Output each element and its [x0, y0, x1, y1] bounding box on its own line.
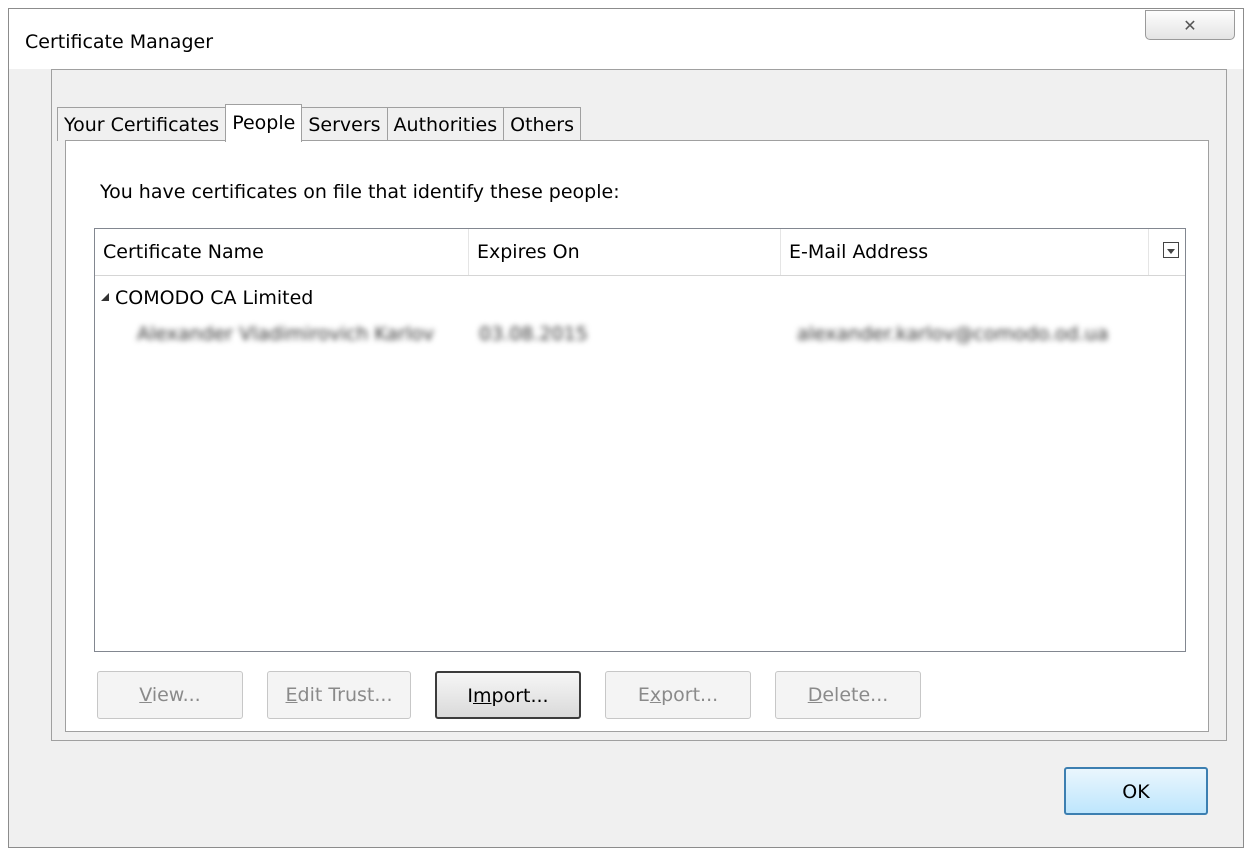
- edit-trust-button[interactable]: Edit Trust...: [267, 671, 411, 719]
- tab-servers[interactable]: Servers: [301, 107, 388, 141]
- tab-people[interactable]: People: [225, 104, 303, 142]
- close-button[interactable]: ✕: [1145, 10, 1235, 40]
- tree-header: Certificate Name Expires On E-Mail Addre…: [95, 229, 1185, 276]
- people-tab-panel: You have certificates on file that ident…: [65, 140, 1209, 732]
- view-button[interactable]: View...: [97, 671, 243, 719]
- expanded-twisty-icon[interactable]: [101, 293, 109, 301]
- cell-certificate-name: Alexander Vladimirovich Karlov: [137, 323, 435, 345]
- close-icon: ✕: [1183, 15, 1197, 35]
- tab-your-certificates[interactable]: Your Certificates: [57, 107, 227, 141]
- panel-intro-text: You have certificates on file that ident…: [100, 181, 620, 203]
- tab-others[interactable]: Others: [503, 107, 581, 141]
- tab-authorities[interactable]: Authorities: [386, 107, 505, 141]
- column-header-email-address[interactable]: E-Mail Address: [781, 229, 1149, 275]
- ok-button[interactable]: OK: [1064, 767, 1208, 815]
- export-button[interactable]: Export...: [605, 671, 751, 719]
- column-header-expires-on[interactable]: Expires On: [469, 229, 781, 275]
- title-bar: Certificate Manager ✕: [9, 9, 1243, 69]
- dialog-title: Certificate Manager: [25, 31, 214, 53]
- table-row[interactable]: Alexander Vladimirovich Karlov 03.08.201…: [95, 319, 1185, 349]
- certificate-tree[interactable]: Certificate Name Expires On E-Mail Addre…: [94, 228, 1186, 652]
- tree-group-row[interactable]: COMODO CA Limited: [95, 283, 1185, 313]
- cell-expires-on: 03.08.2015: [479, 323, 588, 345]
- delete-button[interactable]: Delete...: [775, 671, 921, 719]
- cell-email-address: alexander.karlov@comodo.od.ua: [797, 323, 1109, 345]
- column-header-certificate-name[interactable]: Certificate Name: [95, 229, 469, 275]
- column-picker-icon[interactable]: [1163, 242, 1179, 258]
- tab-strip: Your Certificates People Servers Authori…: [57, 104, 581, 142]
- certificate-manager-dialog: Certificate Manager ✕ Your Certificates …: [8, 8, 1244, 848]
- group-label: COMODO CA Limited: [115, 287, 314, 309]
- import-button[interactable]: Import...: [435, 671, 581, 719]
